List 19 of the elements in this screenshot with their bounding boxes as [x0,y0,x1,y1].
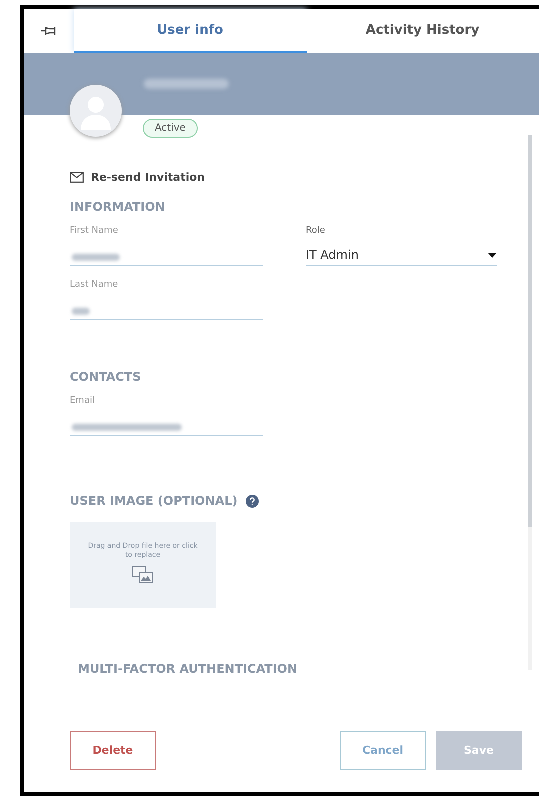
envelope-icon [70,172,84,183]
role-dropdown[interactable]: Role IT Admin [306,226,497,266]
input-field[interactable]: Email [70,396,263,436]
section-title: CONTACTS [70,370,142,384]
caret-icon [488,252,497,258]
input-field[interactable]: First Name [70,226,263,266]
section-title: USER IMAGE (OPTIONAL) [70,494,238,508]
input-field[interactable]: Last Name [70,280,263,320]
status-badge: Active [143,119,198,138]
pin-icon[interactable] [40,24,58,38]
section-title: INFORMATION [70,200,166,214]
action-button[interactable]: Cancel [340,730,426,770]
help-icon[interactable] [246,494,259,508]
action-button[interactable]: Delete [70,730,156,770]
scrollbar[interactable] [528,135,532,670]
section-title: MULTI-FACTOR AUTHENTICATION [78,662,299,676]
tab[interactable]: User info [74,9,306,53]
resend-invitation-link[interactable]: Re-send Invitation [70,171,206,184]
image-icon [132,566,154,584]
